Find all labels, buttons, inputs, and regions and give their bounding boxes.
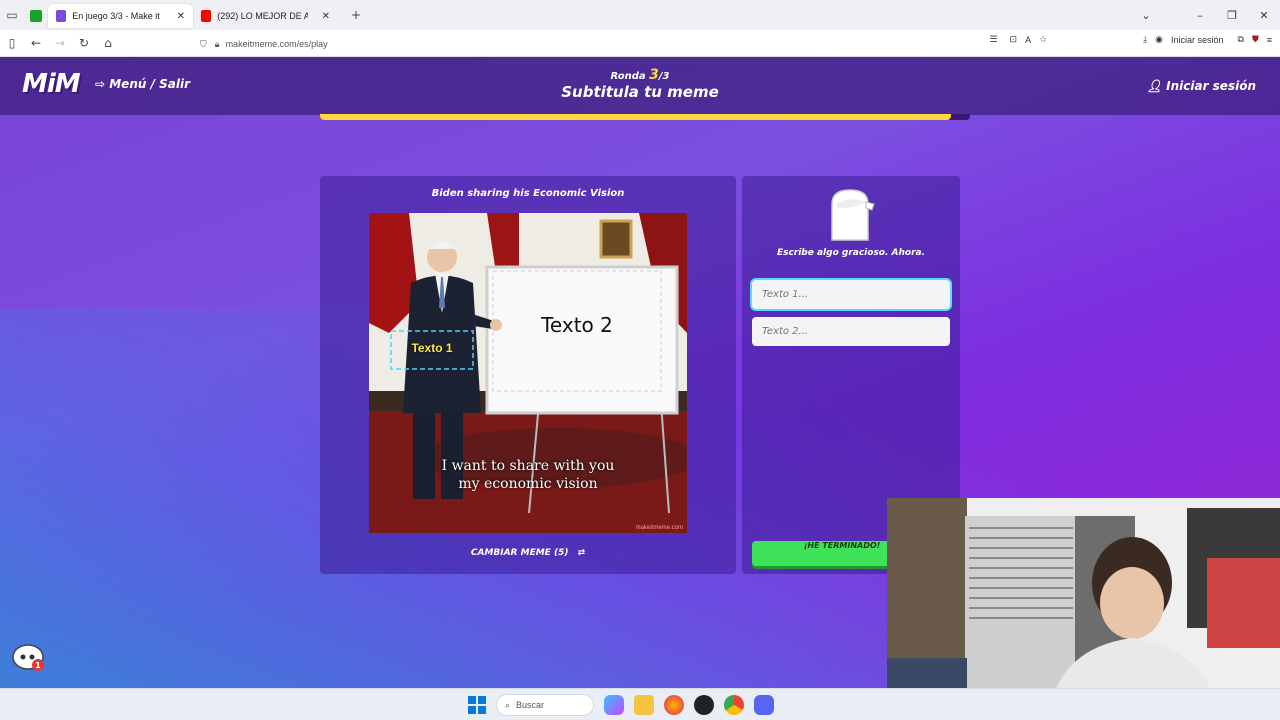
svg-text:1: 1 xyxy=(35,661,41,670)
meme-title: Biden sharing his Economic Vision xyxy=(431,188,625,199)
back-icon[interactable]: ← xyxy=(24,36,48,50)
meme-card: Biden sharing his Economic Vision Texto … xyxy=(320,176,736,574)
restore-icon[interactable]: ❐ xyxy=(1216,9,1248,22)
tab-close-icon[interactable]: ✕ xyxy=(322,11,330,22)
minimize-icon[interactable]: – xyxy=(1184,9,1216,22)
taskbar-items: ⌕ Buscar xyxy=(468,694,774,716)
tab-title: En juego 3/3 - Make it Meme xyxy=(72,11,162,21)
discord-icon[interactable] xyxy=(754,695,774,715)
tab-make-it-meme[interactable]: En juego 3/3 - Make it Meme ✕ xyxy=(48,4,193,28)
extensions-icon[interactable]: ⧉ xyxy=(1238,34,1244,45)
file-explorer-icon[interactable] xyxy=(634,695,654,715)
ublock-icon[interactable]: ⛊ xyxy=(1252,34,1259,45)
meme-text1-overlay: Texto 1 xyxy=(411,341,453,355)
text2-input[interactable] xyxy=(752,317,950,346)
taskbar-search[interactable]: ⌕ Buscar xyxy=(496,694,594,716)
login-label: Iniciar sesión xyxy=(1166,79,1256,93)
round-current: 3 xyxy=(649,67,659,83)
change-meme-button[interactable]: CAMBIAR MEME (5) ⇄ xyxy=(320,548,736,558)
game-header: MiM ⇨ Menú / Salir Ronda 3/3 Subtitula t… xyxy=(0,57,1280,120)
screenshot-icon[interactable]: ⊡ xyxy=(1010,34,1018,45)
pinned-tab[interactable] xyxy=(24,4,48,28)
chrome-icon[interactable] xyxy=(724,695,744,715)
webcam-video-icon: Constine xyxy=(887,498,1280,720)
swap-icon: ⇄ xyxy=(577,548,586,558)
pinned-favicon-icon xyxy=(30,10,42,22)
round-prefix: Ronda xyxy=(610,71,646,82)
text1-input[interactable] xyxy=(752,280,950,309)
meme-watermark: makeitmeme.com xyxy=(635,525,683,531)
meme-caption-line2: my economic vision xyxy=(458,476,598,492)
meme-text2-overlay: Texto 2 xyxy=(541,313,613,337)
reload-icon[interactable]: ↻ xyxy=(72,36,96,50)
login-link[interactable]: 👤︎ Iniciar sesión xyxy=(1147,79,1256,93)
round-timer-fill xyxy=(320,114,951,120)
writing-prompt: Escribe algo gracioso. Ahora. xyxy=(776,248,926,258)
close-window-icon[interactable]: ✕ xyxy=(1248,9,1280,22)
url-text: makeitmeme.com/es/play xyxy=(225,39,328,49)
translate-icon[interactable]: A xyxy=(1025,35,1031,45)
account-icon[interactable]: ◉ xyxy=(1155,34,1163,45)
browser-tab-bar: ▭ En juego 3/3 - Make it Meme ✕ (292) LO… xyxy=(0,0,1280,30)
tab-youtube[interactable]: (292) LO MEJOR DE ARGENTINA ✕ xyxy=(193,4,338,28)
tab-overflow-icon[interactable]: ⌄ xyxy=(1130,9,1162,22)
account-label[interactable]: Iniciar sesión xyxy=(1171,35,1224,45)
navigation-bar: ▯ ← → ↻ ⌂ ⛉ 🔒︎ makeitmeme.com/es/play ☰ … xyxy=(0,30,1280,57)
windows-taskbar: ⌕ Buscar xyxy=(0,688,1280,720)
user-icon: 👤︎ xyxy=(1146,79,1167,93)
mascot-icon xyxy=(831,189,875,241)
chat-bubble-icon[interactable]: 1 xyxy=(12,643,46,673)
tab-title: (292) LO MEJOR DE ARGENTINA xyxy=(217,11,308,21)
meme-caption-line1: I want to share with you xyxy=(441,458,615,474)
meme-caption: I want to share with you my economic vis… xyxy=(369,457,687,493)
tab-favicon-icon xyxy=(56,10,67,22)
webcam-overlay: Constine xyxy=(887,498,1280,720)
round-total: /3 xyxy=(658,71,670,82)
lock-icon: 🔒︎ xyxy=(214,38,220,49)
youtube-favicon-icon xyxy=(201,10,212,22)
bookmark-star-icon[interactable]: ☆ xyxy=(1039,34,1047,45)
shield-icon: ⛉ xyxy=(200,38,207,49)
address-bar[interactable]: ⛉ 🔒︎ makeitmeme.com/es/play xyxy=(200,34,1030,54)
copilot-icon[interactable] xyxy=(604,695,624,715)
page-title: Subtitula tu meme xyxy=(561,83,719,101)
menu-icon[interactable]: ≡ xyxy=(1267,35,1272,45)
meme-image: Texto 1 Texto 2 I want to share with you… xyxy=(369,213,687,533)
new-tab-button[interactable]: + xyxy=(344,8,368,22)
search-icon: ⌕ xyxy=(505,699,511,710)
tab-close-icon[interactable]: ✕ xyxy=(177,11,185,22)
download-icon[interactable]: ⤓ xyxy=(1143,34,1147,45)
round-indicator: Ronda 3/3 xyxy=(0,67,1280,83)
tab-list-icon[interactable]: ▭ xyxy=(0,8,24,22)
change-meme-label: CAMBIAR MEME (5) xyxy=(470,548,569,558)
home-icon[interactable]: ⌂ xyxy=(96,36,120,50)
sidebar-icon[interactable]: ▯ xyxy=(0,36,24,50)
reader-icon[interactable]: ☰ xyxy=(989,34,997,45)
windows-start-icon[interactable] xyxy=(468,696,486,714)
obs-icon[interactable] xyxy=(694,695,714,715)
firefox-icon[interactable] xyxy=(664,695,684,715)
toolbar-right: ☰ ⊡ A ☆ ⤓ ◉ Iniciar sesión ⧉ ⛊ ≡ xyxy=(989,34,1272,45)
forward-icon[interactable]: → xyxy=(48,36,72,50)
taskbar-search-label: Buscar xyxy=(516,700,545,710)
window-controls: ⌄ – ❐ ✕ xyxy=(1130,0,1280,30)
round-timer-bar xyxy=(320,114,970,120)
